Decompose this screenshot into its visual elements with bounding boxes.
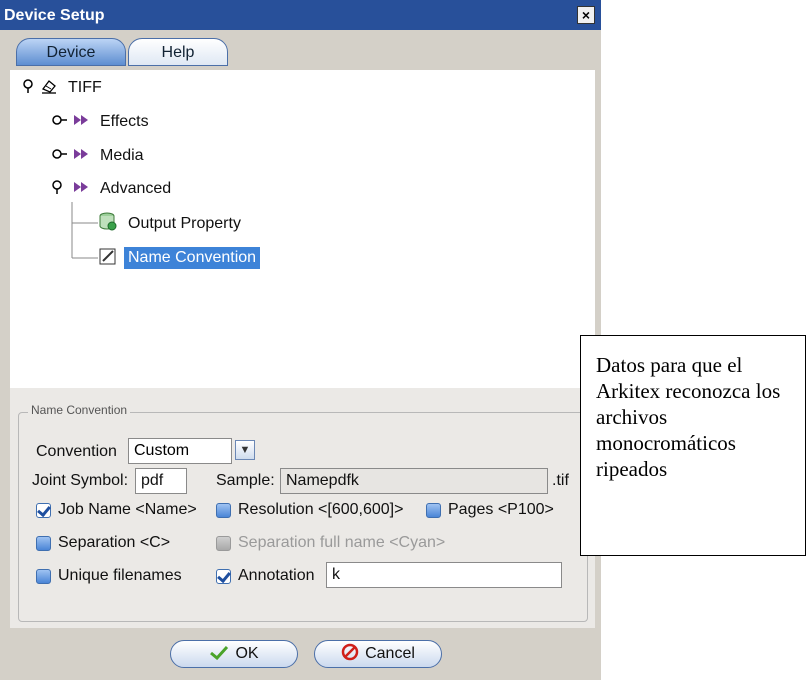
checkbox-label: Separation <C> — [58, 534, 171, 551]
checkbox-label: Annotation — [238, 567, 315, 584]
tab-device[interactable]: Device — [16, 38, 126, 66]
database-icon — [98, 212, 118, 237]
chevron-down-icon[interactable]: ▼ — [235, 440, 255, 460]
checkbox-icon — [216, 535, 231, 551]
tree-label: Name Convention — [124, 247, 261, 269]
tree-node-media[interactable]: Media — [52, 144, 148, 168]
sample-suffix: .tif — [552, 472, 569, 489]
checkbox-icon[interactable] — [426, 502, 441, 518]
convention-select[interactable]: Custom — [128, 438, 232, 464]
double-arrow-icon — [72, 147, 90, 166]
edit-icon — [98, 246, 118, 271]
tree-node-effects[interactable]: Effects — [52, 110, 153, 134]
checkbox-unique-filenames[interactable]: Unique filenames — [36, 567, 182, 585]
ok-button[interactable]: OK — [170, 640, 298, 668]
close-button[interactable]: × — [577, 6, 595, 24]
tree-node-output-property[interactable]: Output Property — [98, 212, 245, 236]
expander-icon[interactable] — [52, 179, 68, 199]
annotation-field[interactable]: k — [326, 562, 562, 588]
checkbox-label: Pages <P100> — [448, 501, 554, 518]
printer-icon — [40, 77, 58, 100]
expander-icon[interactable] — [22, 78, 36, 98]
expander-icon[interactable] — [52, 113, 68, 131]
tree-node-name-convention[interactable]: Name Convention — [98, 246, 261, 271]
sample-label: Sample: — [216, 472, 275, 489]
dialog-footer: OK Cancel — [0, 628, 601, 680]
title-bar[interactable]: Device Setup × — [0, 0, 601, 30]
device-tree: TIFF Effects Media Advanced Output Prope… — [10, 70, 595, 388]
tree-node-advanced[interactable]: Advanced — [52, 177, 175, 201]
checkbox-pages[interactable]: Pages <P100> — [426, 501, 554, 519]
device-setup-dialog: Device Setup × Device Help TIFF Effects … — [0, 0, 601, 680]
convention-label: Convention — [36, 443, 117, 460]
checkbox-icon[interactable] — [36, 535, 51, 551]
tree-label: Advanced — [100, 180, 172, 197]
window-title: Device Setup — [4, 7, 105, 24]
checkbox-label: Separation full name <Cyan> — [238, 534, 446, 551]
checkbox-resolution[interactable]: Resolution <[600,600]> — [216, 501, 403, 519]
sample-field: Namepdfk — [280, 468, 548, 494]
checkbox-job-name[interactable]: Job Name <Name> — [36, 501, 197, 519]
checkbox-icon[interactable] — [216, 568, 231, 584]
cancel-icon — [341, 643, 359, 666]
group-title: Name Convention — [28, 403, 131, 417]
tree-node-tiff[interactable]: TIFF — [22, 76, 106, 100]
expander-icon[interactable] — [52, 147, 68, 165]
cancel-button[interactable]: Cancel — [314, 640, 442, 668]
checkbox-separation[interactable]: Separation <C> — [36, 534, 170, 552]
tab-strip: Device Help — [0, 30, 601, 70]
joint-symbol-label: Joint Symbol: — [32, 472, 129, 489]
checkbox-separation-full-name: Separation full name <Cyan> — [216, 534, 445, 552]
checkbox-annotation[interactable]: Annotation — [216, 567, 315, 585]
double-arrow-icon — [72, 113, 90, 132]
checkbox-icon[interactable] — [36, 502, 51, 518]
check-icon — [209, 644, 229, 665]
ok-label: OK — [235, 645, 259, 662]
joint-symbol-field[interactable]: pdf — [135, 468, 187, 494]
checkbox-icon[interactable] — [36, 568, 51, 584]
name-convention-settings: Name Convention Convention Custom ▼ Join… — [10, 388, 595, 628]
tree-label: Effects — [100, 113, 149, 130]
tree-label: Output Property — [128, 215, 241, 232]
tree-label: TIFF — [68, 79, 102, 96]
checkbox-label: Resolution <[600,600]> — [238, 501, 404, 518]
checkbox-label: Job Name <Name> — [58, 501, 197, 518]
cancel-label: Cancel — [365, 645, 415, 662]
double-arrow-icon — [72, 180, 90, 199]
checkbox-label: Unique filenames — [58, 567, 182, 584]
tab-help[interactable]: Help — [128, 38, 228, 66]
tree-label: Media — [100, 147, 144, 164]
annotation-note: Datos para que el Arkitex reconozca los … — [580, 335, 806, 556]
checkbox-icon[interactable] — [216, 502, 231, 518]
